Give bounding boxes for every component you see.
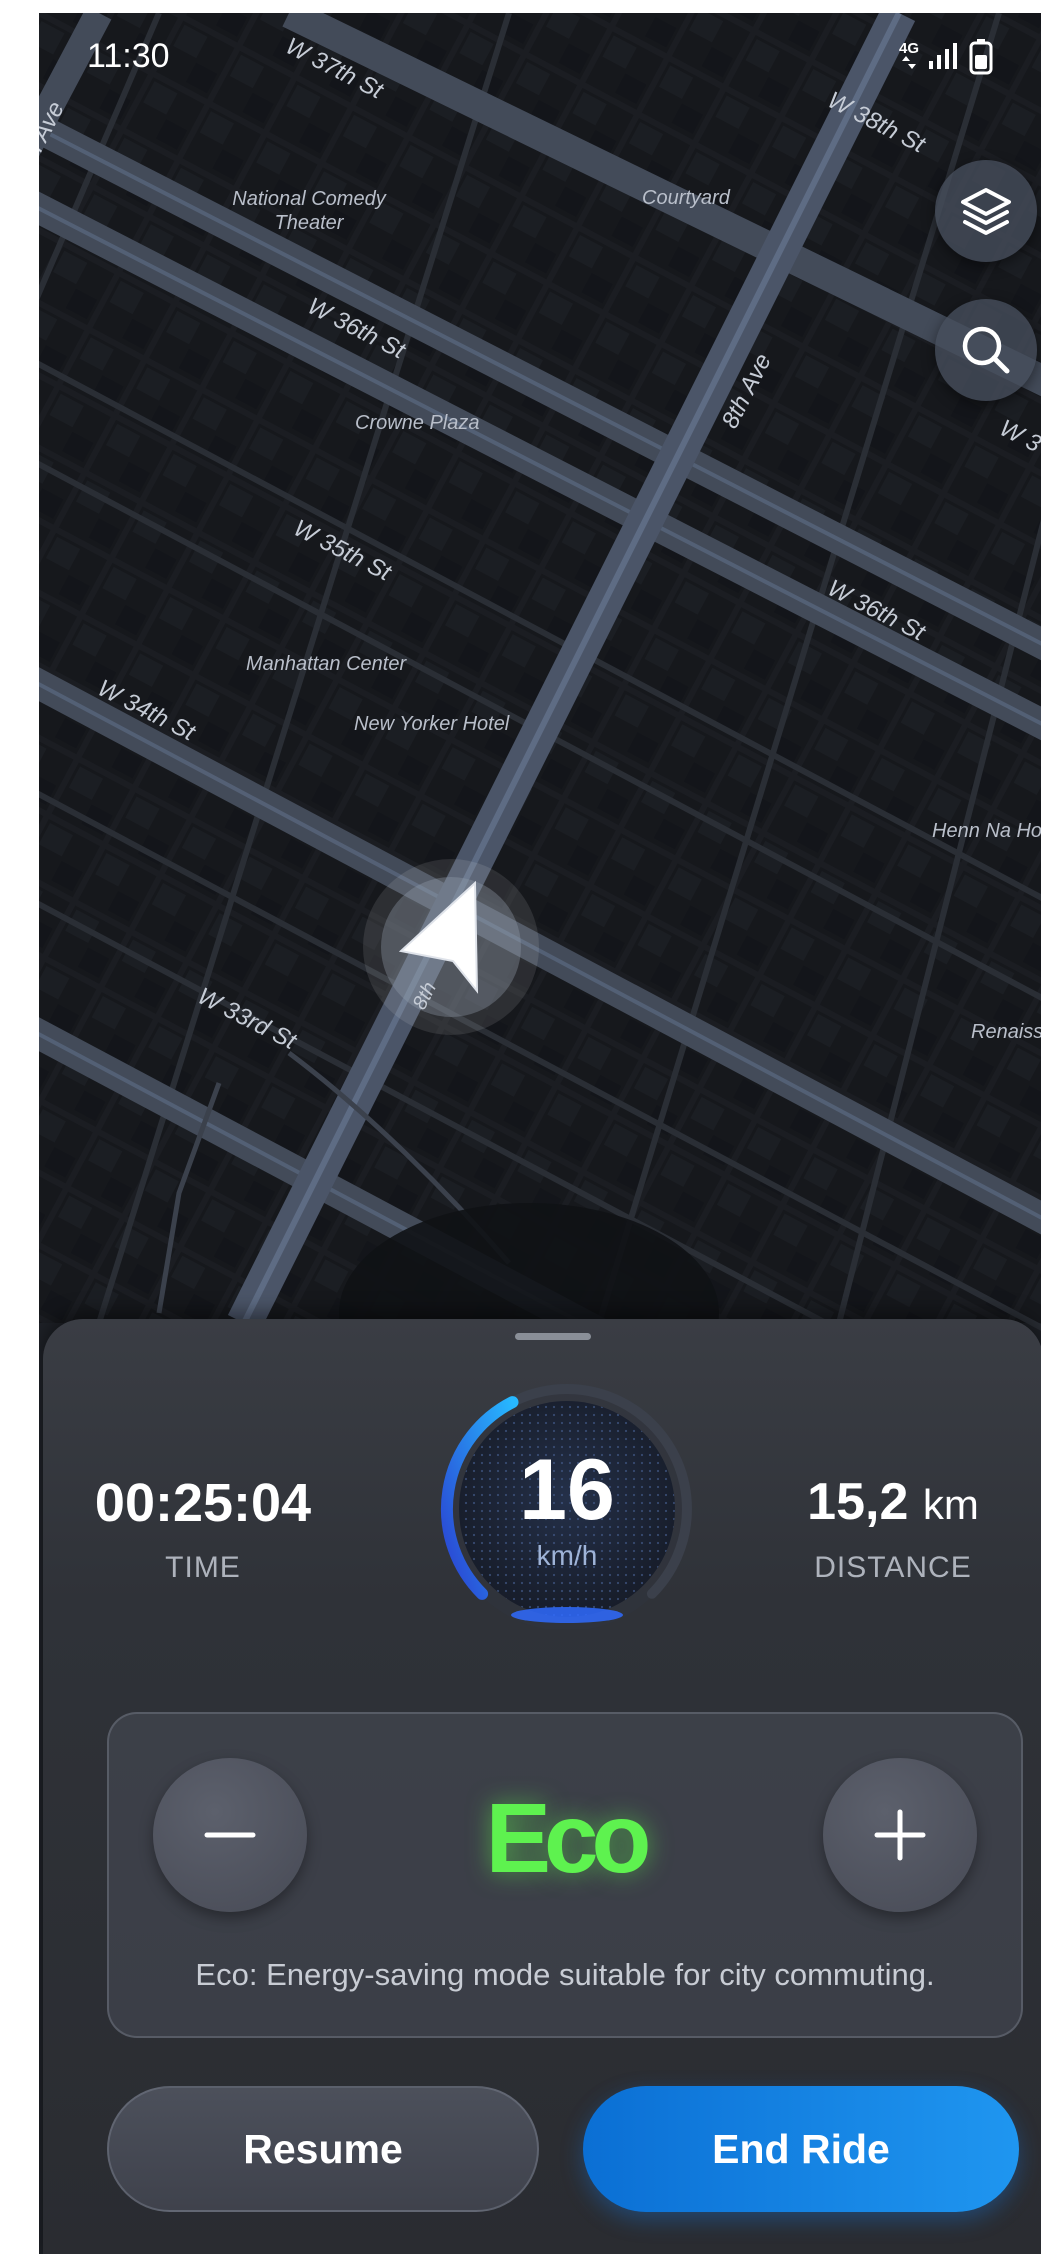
map-layers-button[interactable] bbox=[935, 160, 1037, 262]
distance-value: 15,2 bbox=[807, 1473, 909, 1531]
place-renaiss: Renaiss bbox=[971, 1021, 1041, 1043]
mode-description: Eco: Energy-saving mode suitable for cit… bbox=[195, 1957, 935, 1992]
place-new-yorker-hotel: New Yorker Hotel bbox=[354, 713, 510, 735]
battery-icon bbox=[969, 39, 993, 75]
end-ride-button-label: End Ride bbox=[712, 2125, 890, 2172]
location-marker bbox=[363, 859, 539, 1035]
status-time: 11:30 bbox=[87, 37, 170, 75]
place-comedy-theater: National Comedy Theater bbox=[232, 188, 386, 234]
app-screen: W 37th St W 38th St W 36th St W 36th St … bbox=[39, 13, 1041, 2254]
status-bar: 11:30 4G bbox=[39, 13, 1041, 103]
place-manhattan-center: Manhattan Center bbox=[246, 653, 407, 675]
mode-increase-button[interactable] bbox=[823, 1758, 977, 1912]
distance-display: 15,2 km bbox=[778, 1472, 1008, 1532]
speed-unit: km/h bbox=[537, 1540, 598, 1571]
place-courtyard: Courtyard bbox=[642, 187, 730, 209]
end-ride-button[interactable]: End Ride bbox=[583, 2086, 1019, 2212]
network-arrows-icon bbox=[902, 56, 916, 69]
signal-icon bbox=[929, 43, 957, 69]
distance-unit: km bbox=[922, 1481, 979, 1528]
ride-mode-card: Eco Eco: Energy-saving mode suitable for… bbox=[107, 1712, 1023, 2038]
resume-button-label: Resume bbox=[243, 2125, 403, 2172]
speedometer: 16 km/h bbox=[441, 1384, 692, 1629]
resume-button[interactable]: Resume bbox=[107, 2086, 539, 2212]
ride-control-sheet: 00:25:04 TIME 16 km/h 15,2 km DISTANCE E… bbox=[43, 1319, 1041, 2254]
distance-label: DISTANCE bbox=[814, 1551, 972, 1584]
ride-time-label: TIME bbox=[165, 1551, 241, 1584]
sheet-drag-handle[interactable] bbox=[515, 1333, 591, 1340]
place-crowne-plaza: Crowne Plaza bbox=[355, 412, 480, 434]
place-henn-na: Henn Na Ho bbox=[932, 820, 1041, 842]
network-type-label: 4G bbox=[899, 40, 919, 57]
map-search-button[interactable] bbox=[935, 299, 1037, 401]
layers-icon bbox=[961, 188, 1011, 235]
ride-time-value: 00:25:04 bbox=[94, 1473, 312, 1533]
search-icon bbox=[962, 326, 1010, 374]
plus-icon bbox=[874, 1809, 926, 1861]
speed-value: 16 bbox=[519, 1442, 615, 1538]
status-icons: 4G bbox=[899, 39, 993, 75]
